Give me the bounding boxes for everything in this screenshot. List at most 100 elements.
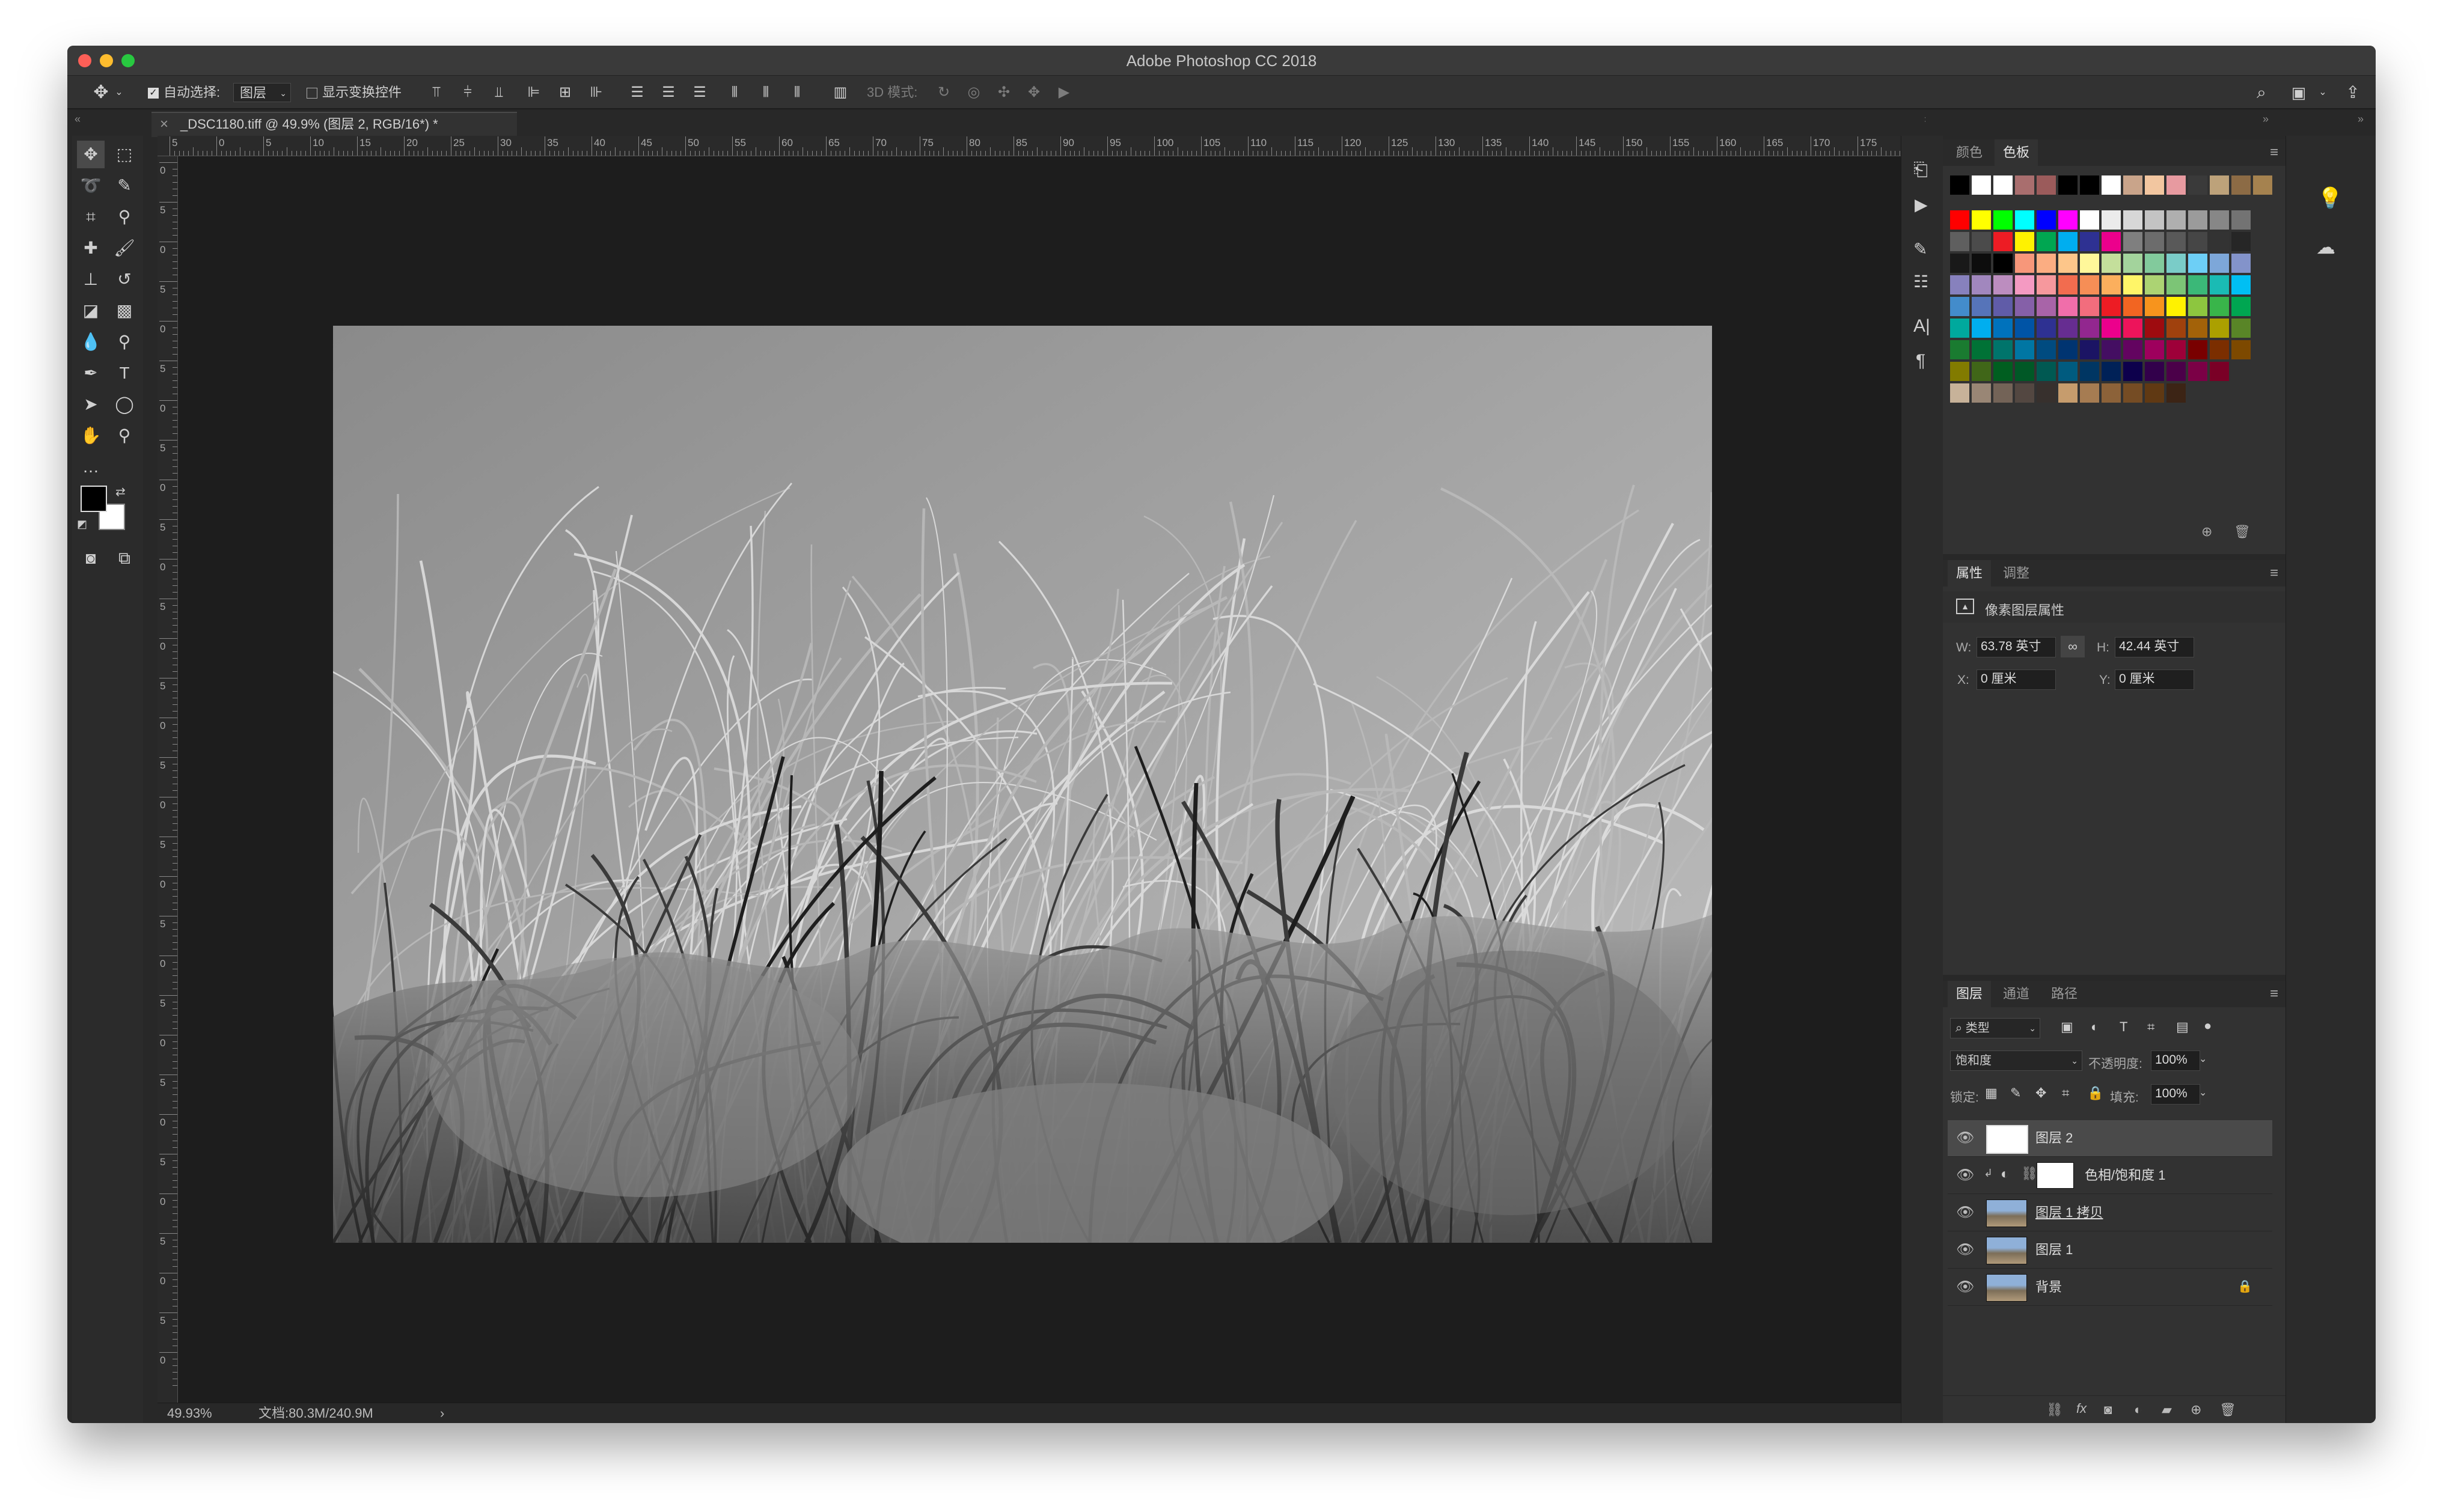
color-swatch[interactable]: [2015, 297, 2034, 316]
distribute-left-icon[interactable]: ⦀: [724, 76, 745, 109]
color-swatch[interactable]: [2037, 340, 2056, 359]
color-swatch[interactable]: [1972, 319, 1991, 338]
color-swatch[interactable]: [1950, 297, 1969, 316]
character-panel-icon[interactable]: A|: [1913, 316, 1930, 337]
color-swatch[interactable]: [2166, 297, 2186, 316]
color-swatch[interactable]: [2166, 232, 2186, 251]
filter-shape-icon[interactable]: ⌗: [2147, 1019, 2154, 1035]
brush-tool-button[interactable]: 🖌: [111, 234, 138, 262]
lock-position-icon[interactable]: ✥: [2035, 1085, 2046, 1101]
recent-swatch[interactable]: [2231, 175, 2251, 195]
color-swatch[interactable]: [2231, 340, 2251, 359]
color-swatch[interactable]: [2123, 275, 2142, 294]
visibility-eye-icon[interactable]: 👁: [1956, 1279, 1974, 1296]
eyedropper-tool-button[interactable]: ⚲: [111, 203, 138, 231]
recent-swatch[interactable]: [2210, 175, 2229, 195]
color-swatch[interactable]: [2188, 297, 2207, 316]
color-swatch[interactable]: [2188, 340, 2207, 359]
tab-paths[interactable]: 路径: [2043, 981, 2086, 1007]
color-swatch[interactable]: [1993, 319, 2013, 338]
distribute-bottom-icon[interactable]: ☰: [689, 76, 711, 109]
new-layer-icon[interactable]: ⊕: [2191, 1402, 2201, 1418]
status-menu-arrow[interactable]: ›: [440, 1403, 444, 1423]
3d-orbit-icon[interactable]: ↻: [933, 76, 955, 109]
color-swatch[interactable]: [1993, 340, 2013, 359]
recent-swatch[interactable]: [1950, 175, 1969, 195]
color-swatch[interactable]: [1993, 232, 2013, 251]
recent-swatch[interactable]: [2058, 175, 2078, 195]
color-swatch[interactable]: [2080, 297, 2099, 316]
document-image[interactable]: [333, 326, 1712, 1243]
color-swatch[interactable]: [1950, 275, 1969, 294]
color-swatch[interactable]: [1972, 210, 1991, 230]
quick-mask-button[interactable]: ◙: [77, 544, 105, 572]
color-swatch[interactable]: [2058, 319, 2078, 338]
foreground-color-swatch-front[interactable]: [81, 486, 107, 512]
history-panel-icon[interactable]: ⎗: [1913, 160, 1928, 180]
color-swatch[interactable]: [1972, 254, 1991, 273]
color-swatch[interactable]: [2080, 383, 2099, 403]
color-swatch[interactable]: [2188, 362, 2207, 381]
width-input[interactable]: 63.78 英寸: [1977, 637, 2056, 657]
color-swatch[interactable]: [2123, 319, 2142, 338]
color-swatch[interactable]: [2145, 362, 2164, 381]
color-swatch[interactable]: [2145, 210, 2164, 230]
3d-roll-icon[interactable]: ◎: [963, 76, 985, 109]
color-swatch[interactable]: [2123, 340, 2142, 359]
color-swatch[interactable]: [2037, 319, 2056, 338]
color-swatch[interactable]: [2080, 232, 2099, 251]
color-swatch[interactable]: [1950, 319, 1969, 338]
close-document-icon[interactable]: ×: [160, 113, 168, 136]
auto-align-icon[interactable]: ▥: [830, 76, 851, 109]
filter-toggle-icon[interactable]: ●: [2204, 1018, 2212, 1034]
color-swatch[interactable]: [1972, 340, 1991, 359]
color-swatch[interactable]: [2145, 297, 2164, 316]
trash-icon[interactable]: 🗑: [2234, 524, 2251, 540]
color-swatch[interactable]: [2231, 210, 2251, 230]
color-swatch[interactable]: [2037, 254, 2056, 273]
recent-swatch[interactable]: [2188, 175, 2207, 195]
3d-slide-icon[interactable]: ✥: [1023, 76, 1045, 109]
color-swatch[interactable]: [2058, 297, 2078, 316]
align-right-icon[interactable]: ⊪: [586, 76, 607, 109]
color-swatch[interactable]: [2102, 319, 2121, 338]
default-colors-icon[interactable]: ◩: [77, 518, 87, 531]
fx-icon[interactable]: fx: [2076, 1401, 2087, 1416]
actions-play-icon[interactable]: ▶: [1915, 195, 1928, 215]
more-tools-button[interactable]: …: [77, 453, 105, 481]
color-swatch[interactable]: [2166, 210, 2186, 230]
recent-swatch[interactable]: [2123, 175, 2142, 195]
marquee-tool-button[interactable]: ⬚: [111, 141, 138, 168]
recent-swatch[interactable]: [2015, 175, 2034, 195]
new-swatch-icon[interactable]: ⊕: [2201, 524, 2212, 540]
type-tool-button[interactable]: T: [111, 359, 138, 387]
color-swatch[interactable]: [2231, 319, 2251, 338]
visibility-eye-icon[interactable]: 👁: [1956, 1242, 1974, 1258]
link-dimensions-icon[interactable]: ∞: [2061, 636, 2085, 657]
color-swatch[interactable]: [2210, 362, 2229, 381]
distribute-horizontal-icon[interactable]: ⦀: [755, 76, 777, 109]
color-swatch[interactable]: [2080, 254, 2099, 273]
adjustments-sliders-icon[interactable]: ☷: [1913, 272, 1928, 291]
move-tool-button[interactable]: ✥: [77, 141, 105, 168]
layer-row-layer1[interactable]: 👁 图层 1: [1948, 1232, 2272, 1269]
color-swatch[interactable]: [2015, 210, 2034, 230]
color-swatch[interactable]: [2231, 297, 2251, 316]
layer-row-background[interactable]: 👁 背景 🔒: [1948, 1269, 2272, 1306]
color-swatch[interactable]: [2188, 210, 2207, 230]
color-swatch[interactable]: [2145, 232, 2164, 251]
color-swatch[interactable]: [2058, 275, 2078, 294]
brush-settings-icon[interactable]: ✎: [1913, 239, 1927, 259]
new-adjustment-icon[interactable]: ◐: [2134, 1402, 2142, 1418]
3d-scale-icon[interactable]: ▶: [1053, 76, 1075, 109]
recent-swatch[interactable]: [2080, 175, 2099, 195]
color-swatch[interactable]: [1950, 254, 1969, 273]
color-swatch[interactable]: [1993, 297, 2013, 316]
panel-menu-icon[interactable]: ≡: [2270, 144, 2278, 161]
move-tool-icon[interactable]: ✥: [89, 76, 113, 109]
color-swatch[interactable]: [1993, 254, 2013, 273]
collapse-far-icon[interactable]: »: [2358, 113, 2364, 126]
align-horizontal-center-icon[interactable]: ⊞: [554, 76, 576, 109]
search-icon[interactable]: ⌕: [2249, 76, 2273, 109]
tab-channels[interactable]: 通道: [1995, 981, 2038, 1007]
